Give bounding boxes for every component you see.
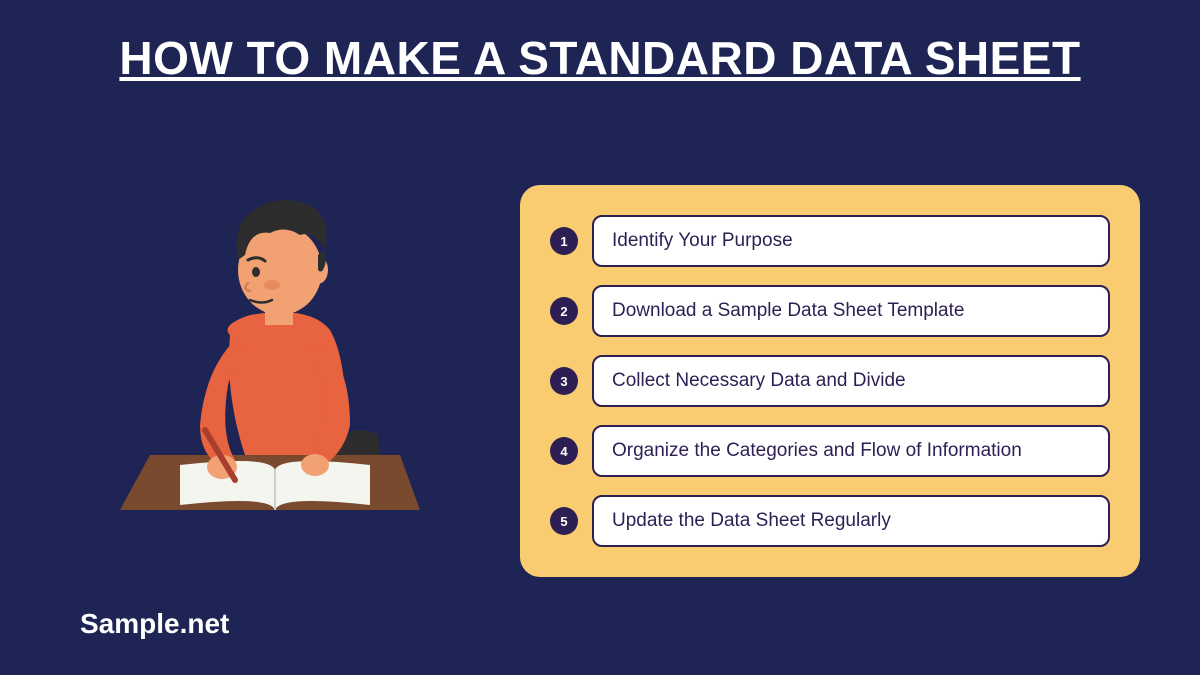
step-number-badge: 1 <box>550 227 578 255</box>
step-text: Update the Data Sheet Regularly <box>592 495 1110 547</box>
attribution-text: Sample.net <box>80 608 229 640</box>
step-text: Organize the Categories and Flow of Info… <box>592 425 1110 477</box>
step-row: 2 Download a Sample Data Sheet Template <box>550 285 1110 337</box>
person-writing-illustration <box>100 175 440 555</box>
steps-card: 1 Identify Your Purpose 2 Download a Sam… <box>520 185 1140 577</box>
step-row: 5 Update the Data Sheet Regularly <box>550 495 1110 547</box>
step-text: Download a Sample Data Sheet Template <box>592 285 1110 337</box>
page-title: HOW TO MAKE A STANDARD DATA SHEET <box>0 0 1200 88</box>
step-text: Identify Your Purpose <box>592 215 1110 267</box>
step-number-badge: 3 <box>550 367 578 395</box>
step-number-badge: 4 <box>550 437 578 465</box>
step-row: 3 Collect Necessary Data and Divide <box>550 355 1110 407</box>
step-row: 1 Identify Your Purpose <box>550 215 1110 267</box>
step-number-badge: 5 <box>550 507 578 535</box>
step-row: 4 Organize the Categories and Flow of In… <box>550 425 1110 477</box>
step-number-badge: 2 <box>550 297 578 325</box>
step-text: Collect Necessary Data and Divide <box>592 355 1110 407</box>
